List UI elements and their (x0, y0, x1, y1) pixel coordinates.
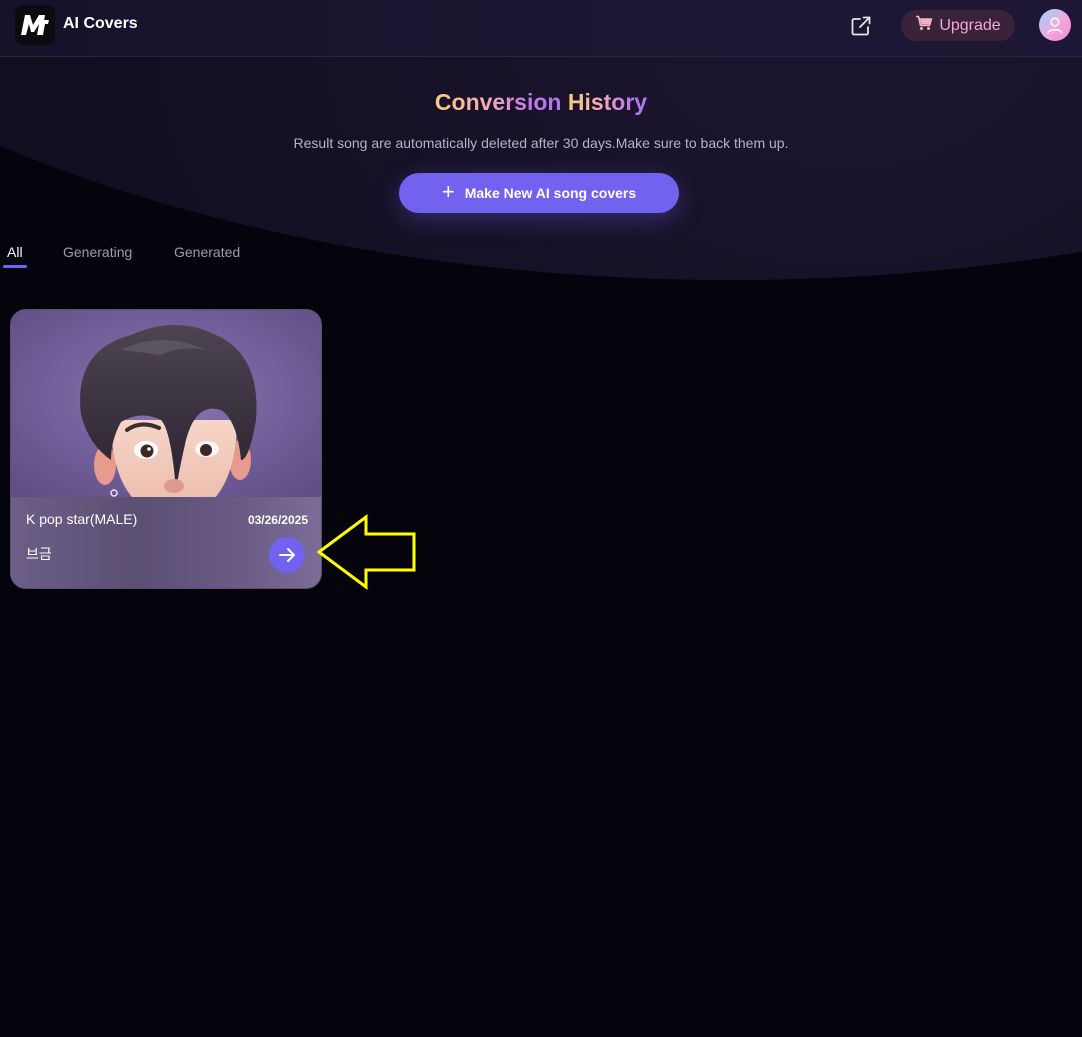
song-name: 브금 (26, 546, 52, 562)
tab-all-indicator (3, 265, 27, 268)
annotation-arrow-icon (316, 514, 416, 590)
voice-name: K pop star(MALE) (26, 511, 138, 527)
cart-icon (915, 15, 933, 36)
page-title-part2: History (567, 89, 648, 115)
history-card[interactable]: K pop star(MALE) 03/26/2025 브금 (10, 309, 322, 589)
page-title: Conversion History (0, 89, 1082, 116)
share-icon[interactable] (848, 13, 874, 39)
arrow-right-icon (279, 548, 295, 562)
tab-generating[interactable]: Generating (63, 244, 132, 260)
top-header: AI Covers Upgrade (0, 0, 1082, 57)
tab-generated[interactable]: Generated (174, 244, 240, 260)
voice-avatar-image (11, 310, 321, 520)
app-title: AI Covers (63, 15, 138, 32)
app-logo-icon[interactable] (15, 5, 55, 45)
upgrade-label: Upgrade (939, 16, 1001, 34)
tab-all[interactable]: All (7, 244, 23, 260)
page-title-part1: Conversion (434, 89, 562, 115)
card-date: 03/26/2025 (247, 513, 308, 527)
card-info-panel: K pop star(MALE) 03/26/2025 브금 (11, 497, 321, 588)
make-new-cover-button[interactable]: + Make New AI song covers (399, 173, 679, 213)
upgrade-button[interactable]: Upgrade (901, 10, 1015, 41)
make-new-cover-label: Make New AI song covers (464, 185, 637, 201)
page: AI Covers Upgrade Conversion History Res… (0, 0, 1082, 1037)
user-avatar-icon[interactable] (1039, 9, 1071, 41)
plus-icon: + (441, 179, 455, 204)
page-subtitle: Result song are automatically deleted af… (293, 135, 789, 151)
open-result-button[interactable] (269, 537, 305, 573)
